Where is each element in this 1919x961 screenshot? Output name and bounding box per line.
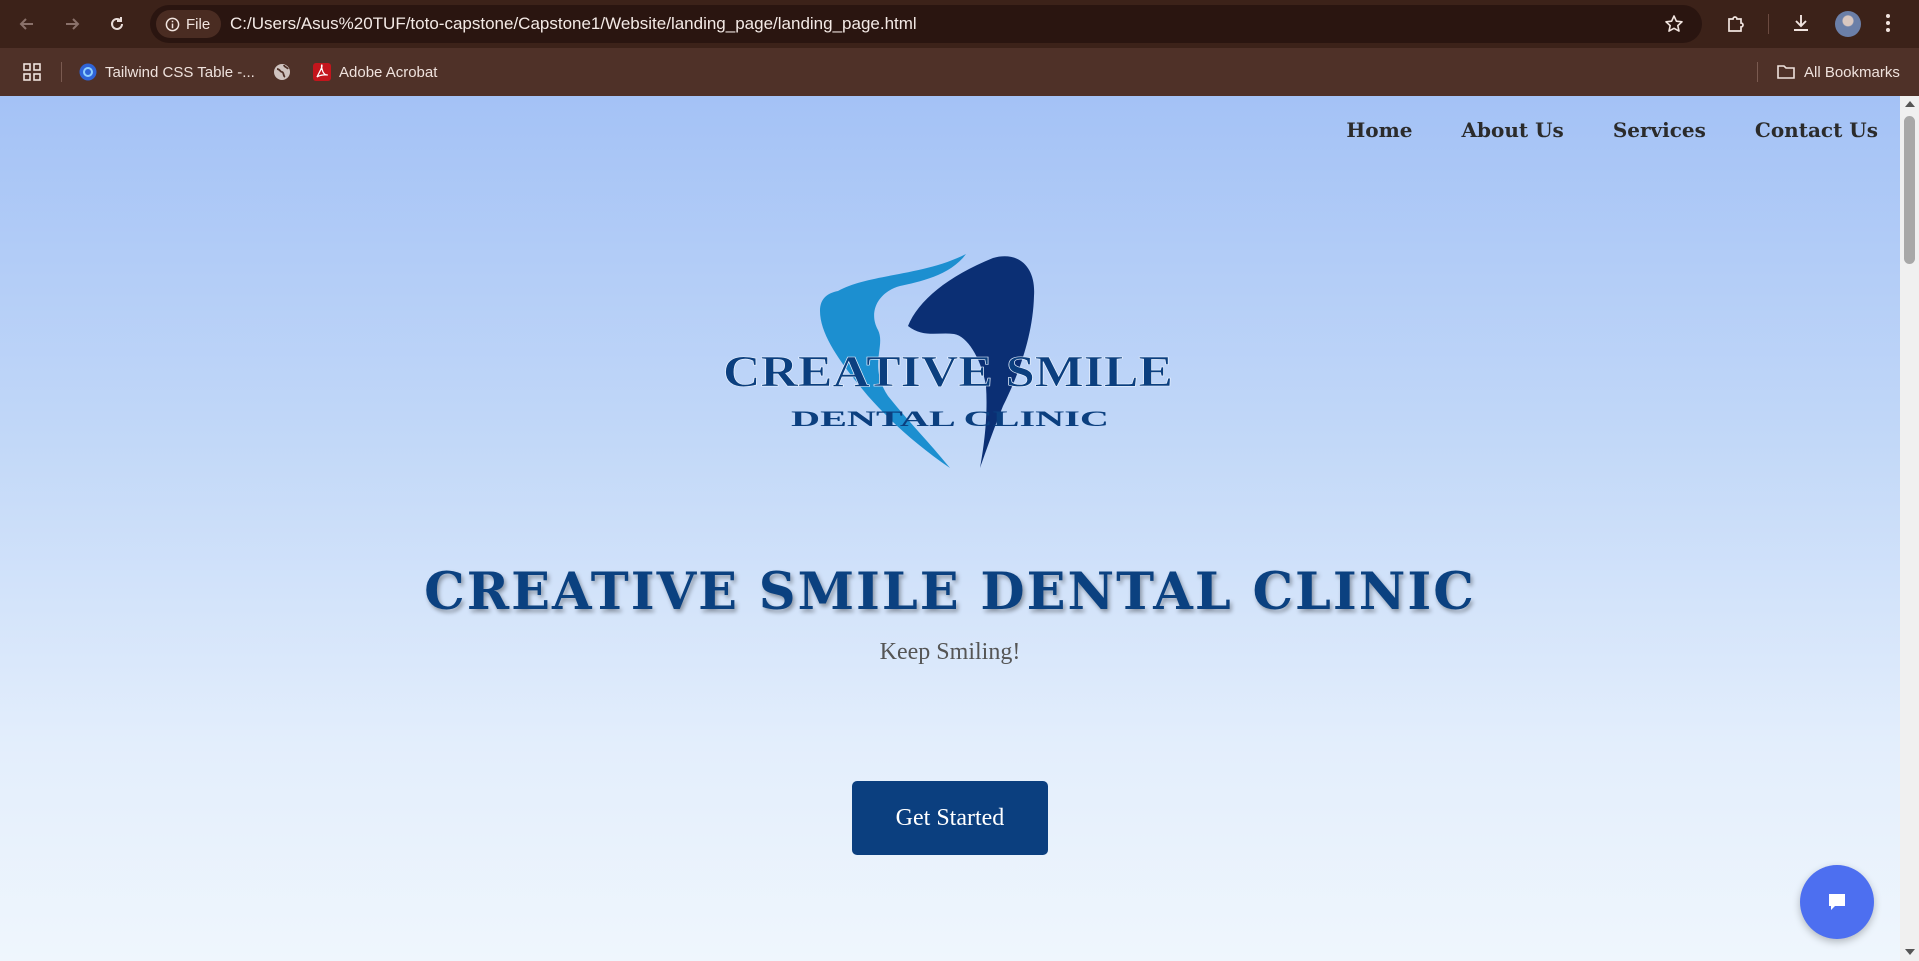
- bookmark-tailwind[interactable]: Tailwind CSS Table -...: [79, 60, 255, 84]
- tailwind-favicon: [79, 63, 97, 81]
- apps-button[interactable]: [22, 60, 42, 84]
- acrobat-icon: [313, 63, 331, 81]
- scroll-thumb[interactable]: [1904, 116, 1915, 264]
- reload-button[interactable]: [103, 10, 131, 38]
- forward-button[interactable]: [58, 10, 86, 38]
- extensions-button[interactable]: [1725, 12, 1747, 39]
- bookmark-label: Tailwind CSS Table -...: [105, 63, 255, 81]
- chat-button[interactable]: [1800, 865, 1874, 939]
- clinic-logo: CREATIVE SMILE DENTAL CLINIC: [723, 254, 1173, 468]
- toolbar-divider: [1768, 14, 1769, 34]
- star-icon: [1665, 15, 1683, 32]
- file-label: File: [186, 15, 211, 33]
- back-arrow-icon: [19, 18, 33, 30]
- hero-title: CREATIVE SMILE DENTAL CLINIC: [424, 562, 1476, 622]
- browser-toolbar: File C:/Users/Asus%20TUF/toto-capstone/C…: [0, 0, 1919, 48]
- logo-line2: DENTAL CLINIC: [791, 406, 1109, 431]
- site-info-chip[interactable]: File: [156, 10, 222, 38]
- page-scrollbar[interactable]: [1900, 96, 1919, 961]
- globe-icon: [274, 64, 290, 80]
- bookmark-globe[interactable]: [273, 60, 291, 84]
- folder-icon: [1777, 65, 1795, 79]
- url-text[interactable]: C:/Users/Asus%20TUF/toto-capstone/Capsto…: [230, 5, 917, 43]
- bookmark-star-button[interactable]: [1664, 14, 1684, 39]
- puzzle-icon: [1728, 16, 1744, 32]
- kebab-menu-icon: [1886, 14, 1890, 32]
- get-started-button[interactable]: Get Started: [852, 781, 1048, 855]
- nav-home[interactable]: Home: [1346, 118, 1412, 142]
- landing-page: Home About Us Services Contact Us CREATI…: [0, 96, 1900, 961]
- all-bookmarks-button[interactable]: All Bookmarks: [1776, 60, 1900, 84]
- apps-grid-icon: [23, 63, 41, 81]
- back-button[interactable]: [13, 10, 41, 38]
- forward-arrow-icon: [66, 18, 80, 30]
- downloads-button[interactable]: [1790, 12, 1812, 39]
- logo-line1: CREATIVE SMILE: [723, 347, 1173, 396]
- all-bookmarks-label: All Bookmarks: [1804, 63, 1900, 81]
- reload-icon: [111, 17, 123, 30]
- nav-services[interactable]: Services: [1613, 118, 1706, 142]
- hero-tagline: Keep Smiling!: [879, 639, 1021, 665]
- scroll-down-arrow-icon[interactable]: [1905, 949, 1915, 955]
- info-icon: [165, 17, 180, 31]
- download-icon: [1794, 15, 1808, 31]
- bookmarks-bar: Tailwind CSS Table -... Adobe Acrobat Al…: [0, 48, 1919, 96]
- bookmarks-divider: [61, 62, 62, 82]
- site-navigation: Home About Us Services Contact Us: [1346, 118, 1878, 142]
- bookmark-label: Adobe Acrobat: [339, 63, 438, 81]
- address-bar[interactable]: File C:/Users/Asus%20TUF/toto-capstone/C…: [150, 5, 1702, 43]
- nav-contact-us[interactable]: Contact Us: [1755, 118, 1878, 142]
- bookmark-adobe-acrobat[interactable]: Adobe Acrobat: [313, 60, 437, 84]
- profile-avatar[interactable]: [1835, 11, 1861, 37]
- nav-about-us[interactable]: About Us: [1462, 118, 1564, 142]
- browser-menu-button[interactable]: [1884, 12, 1892, 39]
- bookmarks-divider: [1757, 62, 1758, 82]
- scroll-up-arrow-icon[interactable]: [1905, 101, 1915, 107]
- chat-bubble-icon: [1829, 894, 1845, 910]
